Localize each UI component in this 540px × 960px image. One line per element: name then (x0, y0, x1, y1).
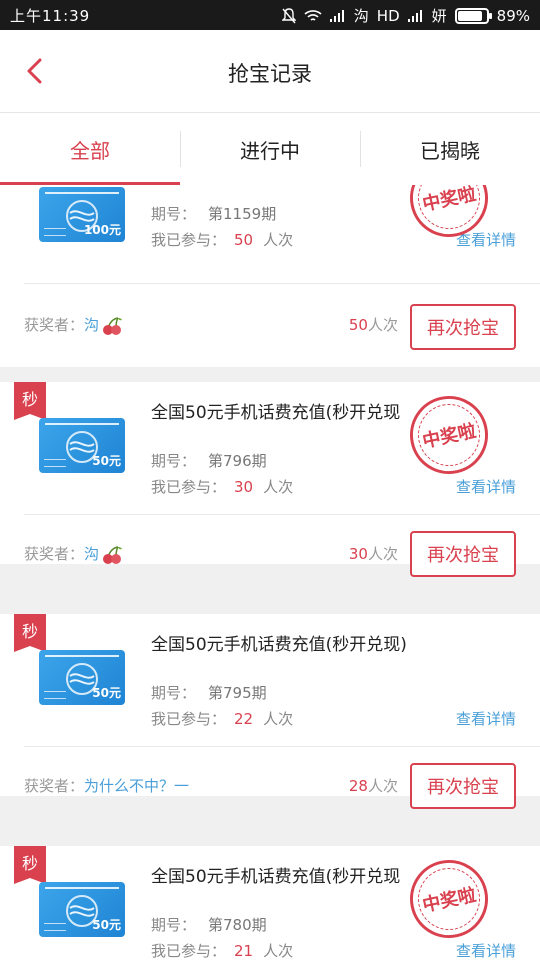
product-name: 全国50元手机话费充值(秒开兑现 (151, 403, 401, 423)
joined-line: 我已参与： 30 人次 (151, 478, 294, 496)
period-number: 第796期 (208, 452, 267, 470)
status-icons: 沟 HD 妍 89% (281, 5, 530, 26)
cherry-icon (103, 545, 123, 564)
tab-revealed[interactable]: 已揭晓 (360, 113, 540, 185)
tab-in-progress[interactable]: 进行中 (180, 113, 360, 185)
app-header: 抢宝记录 (0, 30, 540, 113)
phone-card-image: 50元 (39, 882, 125, 937)
mute-icon (281, 7, 296, 23)
flash-flag-badge: 秒 (14, 382, 46, 420)
period-number: 第780期 (208, 916, 267, 934)
record-card: 秒 50元 全国50元手机话费充值(秒开兑现 期号： 第796期 我已参与： 30 人… (0, 382, 540, 577)
product-name: 全国50元手机话费充值(秒开兑现) (151, 635, 407, 655)
tab-bar: 全部 进行中 已揭晓 (0, 113, 540, 185)
status-bar: 上午11:39 沟 HD 妍 89% (0, 0, 540, 30)
wifi-icon (304, 9, 322, 21)
record-list[interactable]: 100元 期号： 第1159期 我已参与： 50 人次 查看详情 中奖啦 获奖者：沟 … (0, 185, 540, 960)
winner-line: 获奖者：沟 (24, 314, 123, 336)
record-card: 秒 50元 全国50元手机话费充值(秒开兑现) 期号： 第795期 我已参与： 22… (0, 614, 540, 809)
tab-all[interactable]: 全部 (0, 113, 180, 185)
page-title: 抢宝记录 (228, 62, 312, 86)
flash-flag-badge: 秒 (14, 846, 46, 884)
card-footer: 获奖者：为什么不中？一 28人次 再次抢宝 (0, 747, 540, 830)
status-extra: 沟 (353, 7, 369, 25)
card-footer: 获奖者：沟 50人次 再次抢宝 (0, 284, 540, 367)
status-time: 上午11:39 (10, 7, 91, 25)
total-joined: 50人次 (348, 316, 398, 334)
winner-line: 获奖者：沟 (24, 543, 123, 565)
winner-line: 获奖者：为什么不中？一 (24, 777, 190, 795)
winner-stamp: 中奖啦 (402, 388, 496, 482)
phone-card-image: 50元 (39, 418, 125, 473)
total-joined: 30人次 (348, 545, 398, 563)
joined-line: 我已参与： 22 人次 (151, 710, 294, 728)
card-amount: 50元 (92, 454, 121, 468)
signal-icon (407, 9, 422, 22)
joined-line: 我已参与： 50 人次 (151, 231, 294, 249)
period-line: 期号： 第1159期 (151, 205, 277, 223)
record-card: 100元 期号： 第1159期 我已参与： 50 人次 查看详情 中奖啦 获奖者：沟 … (0, 185, 540, 367)
winner-name: 为什么不中？一 (84, 777, 190, 795)
phone-card-image: 50元 (39, 650, 125, 705)
buy-again-button[interactable]: 再次抢宝 (410, 763, 516, 809)
product-name: 全国50元手机话费充值(秒开兑现 (151, 867, 401, 887)
period-line: 期号： 第780期 (151, 916, 267, 934)
battery-percent: 89% (496, 6, 530, 25)
period-line: 期号： 第795期 (151, 684, 267, 702)
winner-stamp: 中奖啦 (402, 852, 496, 946)
view-details-link[interactable]: 查看详情 (456, 708, 516, 729)
carrier-label: 妍 (431, 7, 447, 25)
flash-flag-badge: 秒 (14, 614, 46, 652)
card-footer: 获奖者：沟 30人次 再次抢宝 (0, 515, 540, 598)
joined-count: 50 (234, 231, 254, 249)
signal-icon (329, 9, 344, 22)
total-joined: 28人次 (348, 777, 398, 795)
joined-count: 22 (234, 710, 254, 728)
card-amount: 50元 (92, 686, 121, 700)
winner-name: 沟 (84, 316, 100, 334)
buy-again-button[interactable]: 再次抢宝 (410, 304, 516, 350)
joined-line: 我已参与： 21 人次 (151, 942, 294, 960)
record-card: 秒 50元 全国50元手机话费充值(秒开兑现 期号： 第780期 我已参与： 21 人… (0, 846, 540, 960)
view-details-link[interactable]: 查看详情 (456, 476, 516, 497)
joined-count: 21 (234, 942, 254, 960)
view-details-link[interactable]: 查看详情 (456, 940, 516, 960)
cherry-icon (103, 316, 123, 335)
phone-card-image: 100元 (39, 187, 125, 242)
period-number: 第795期 (208, 684, 267, 702)
period-number: 第1159期 (208, 205, 277, 223)
buy-again-button[interactable]: 再次抢宝 (410, 531, 516, 577)
joined-count: 30 (234, 478, 254, 496)
battery-icon (454, 7, 492, 24)
period-line: 期号： 第796期 (151, 452, 267, 470)
network-type: HD (376, 6, 400, 25)
card-amount: 50元 (92, 918, 121, 932)
winner-name: 沟 (84, 545, 100, 563)
card-amount: 100元 (83, 223, 121, 237)
